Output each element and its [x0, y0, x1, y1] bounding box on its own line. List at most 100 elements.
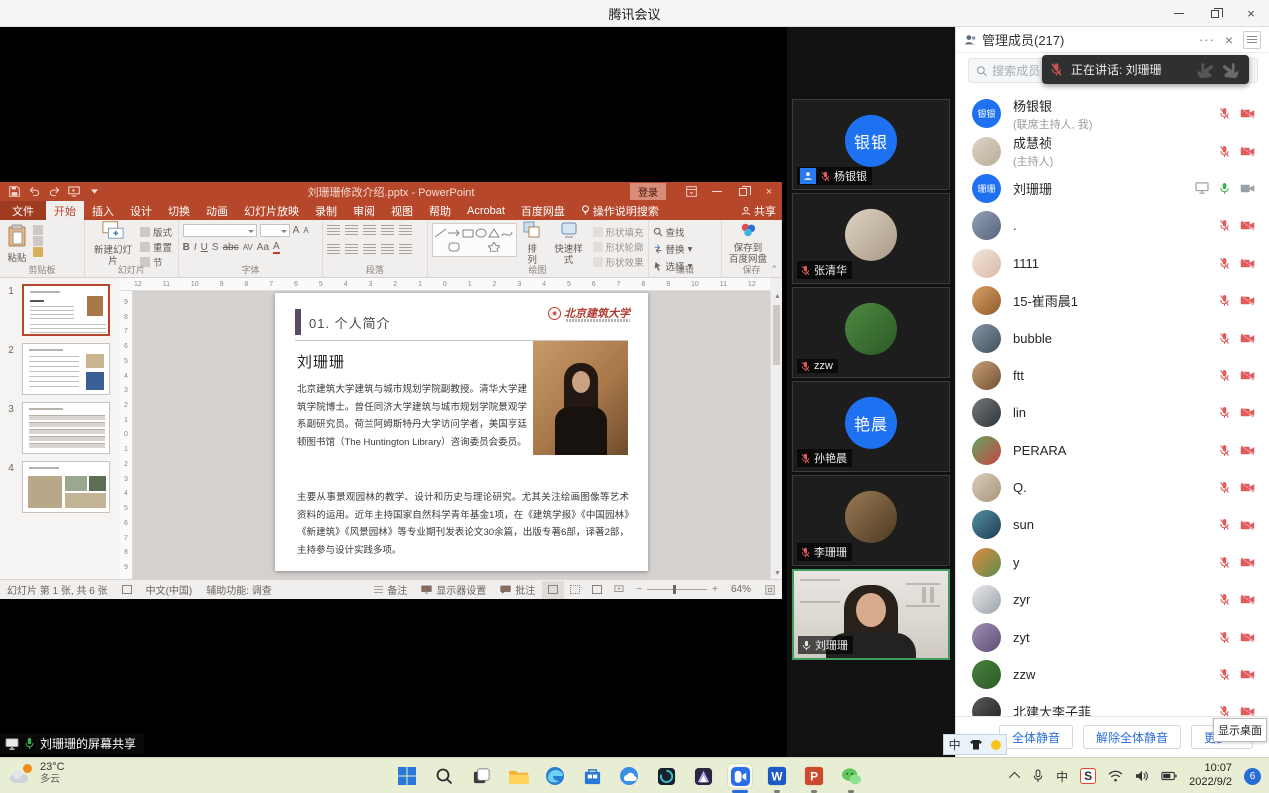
- store-taskbar-icon[interactable]: [580, 764, 604, 788]
- align-left-icon[interactable]: [327, 244, 340, 254]
- font-name-combo[interactable]: [183, 224, 257, 237]
- paste-button[interactable]: 粘贴: [4, 223, 30, 265]
- indent-increase-icon[interactable]: [381, 225, 394, 235]
- line-spacing-icon[interactable]: [399, 225, 412, 235]
- gesture-hand-icon[interactable]: [1219, 60, 1241, 80]
- align-center-icon[interactable]: [345, 244, 358, 254]
- video-tile[interactable]: 银银 杨银银: [792, 99, 950, 190]
- zoom-slider[interactable]: −+: [636, 584, 718, 595]
- member-status-icons[interactable]: [1195, 182, 1255, 195]
- ppt-tab-5[interactable]: 动画: [198, 201, 236, 220]
- ppt-tab-3[interactable]: 设计: [122, 201, 160, 220]
- reading-view-button[interactable]: [586, 581, 608, 599]
- underline-button[interactable]: U: [201, 242, 208, 253]
- member-row[interactable]: bubble: [956, 319, 1269, 356]
- member-status-icons[interactable]: [1218, 145, 1255, 158]
- bold-button[interactable]: B: [183, 242, 190, 253]
- slide[interactable]: 01. 个人简介 ◉ 北京建筑大学 刘珊珊 北京建筑大学建筑与城市规划学院副教授…: [275, 293, 648, 571]
- member-row[interactable]: .: [956, 207, 1269, 244]
- tray-chevron-icon[interactable]: [1012, 772, 1020, 780]
- notes-toggle[interactable]: 备注: [367, 582, 414, 597]
- member-row[interactable]: PERARA: [956, 432, 1269, 469]
- undo-icon[interactable]: [28, 186, 40, 198]
- video-tile[interactable]: 艳晨 孙艳晨: [792, 381, 950, 472]
- copy-icon[interactable]: [33, 236, 43, 246]
- tray-microphone-icon[interactable]: [1032, 769, 1044, 783]
- indent-decrease-icon[interactable]: [363, 225, 376, 235]
- ppt-tab-11[interactable]: Acrobat: [459, 201, 513, 220]
- search-taskbar-icon[interactable]: [432, 764, 456, 788]
- ppt-minimize-button[interactable]: [704, 182, 730, 201]
- ppt-tab-12[interactable]: 百度网盘: [513, 201, 573, 220]
- slideshow-view-button[interactable]: [608, 581, 630, 599]
- accessibility-status[interactable]: 辅助功能: 调查: [199, 582, 279, 597]
- notification-badge[interactable]: 6: [1244, 768, 1261, 785]
- save-icon[interactable]: [8, 186, 20, 198]
- member-status-icons[interactable]: [1218, 332, 1255, 345]
- member-status-icons[interactable]: [1218, 444, 1255, 457]
- member-status-icons[interactable]: [1218, 518, 1255, 531]
- member-status-icons[interactable]: [1218, 406, 1255, 419]
- ppt-tab-2[interactable]: 插入: [84, 201, 122, 220]
- powerpoint-taskbar-icon[interactable]: P: [802, 764, 826, 788]
- font-size-combo[interactable]: [260, 224, 290, 237]
- video-tile[interactable]: 李珊珊: [792, 475, 950, 566]
- panel-close-icon[interactable]: ×: [1225, 32, 1233, 48]
- member-status-icons[interactable]: [1218, 107, 1255, 120]
- ppt-tab-file[interactable]: 文件: [0, 201, 46, 220]
- ppt-tab-10[interactable]: 帮助: [421, 201, 459, 220]
- wechat-taskbar-icon[interactable]: [839, 764, 863, 788]
- panel-menu-icon[interactable]: [1243, 31, 1261, 49]
- ime-language-button[interactable]: 中: [949, 736, 961, 753]
- member-status-icons[interactable]: [1218, 593, 1255, 606]
- ppt-tab-6[interactable]: 幻灯片放映: [236, 201, 307, 220]
- qat-dropdown-icon[interactable]: [88, 186, 100, 198]
- unmute-all-button[interactable]: 解除全体静音: [1083, 725, 1181, 749]
- cut-icon[interactable]: [33, 225, 43, 235]
- font-color-button[interactable]: A: [273, 241, 280, 254]
- member-row[interactable]: ftt: [956, 357, 1269, 394]
- slide-thumbnail[interactable]: 4: [0, 461, 120, 513]
- ppt-tab-8[interactable]: 审阅: [345, 201, 383, 220]
- format-painter-icon[interactable]: [33, 247, 43, 257]
- quick-styles-button[interactable]: 快速样式: [548, 223, 590, 265]
- video-tile[interactable]: zzw: [792, 287, 950, 378]
- cloud-taskbar-icon[interactable]: [617, 764, 641, 788]
- whiteboard-taskbar-icon[interactable]: [654, 764, 678, 788]
- weather-widget[interactable]: 23°C 多云: [10, 761, 65, 786]
- slide-sorter-view-button[interactable]: [564, 581, 586, 599]
- taskbar-clock[interactable]: 10:07 2022/9/2: [1189, 762, 1232, 790]
- design-taskbar-icon[interactable]: [691, 764, 715, 788]
- fit-to-window-icon[interactable]: [758, 585, 782, 595]
- align-right-icon[interactable]: [363, 244, 376, 254]
- member-row[interactable]: sun: [956, 506, 1269, 543]
- close-button[interactable]: ×: [1233, 0, 1269, 27]
- replace-button[interactable]: 替换 ▾: [653, 242, 693, 256]
- ime-emoji-icon[interactable]: [991, 740, 1001, 750]
- explorer-taskbar-icon[interactable]: [506, 764, 530, 788]
- edge-taskbar-icon[interactable]: [543, 764, 567, 788]
- mute-all-button[interactable]: 全体静音: [999, 725, 1073, 749]
- member-row[interactable]: y: [956, 544, 1269, 581]
- video-tile[interactable]: 张清华: [792, 193, 950, 284]
- taskview-taskbar-icon[interactable]: [469, 764, 493, 788]
- member-status-icons[interactable]: [1218, 556, 1255, 569]
- member-status-icons[interactable]: [1218, 219, 1255, 232]
- ribbon-display-options-icon[interactable]: [678, 182, 704, 201]
- zoom-level[interactable]: 64%: [724, 584, 758, 595]
- slide-thumbnail[interactable]: 1: [0, 284, 120, 336]
- sogou-input-icon[interactable]: S: [1080, 768, 1096, 784]
- ppt-tab-13[interactable]: 操作说明搜索: [573, 201, 667, 220]
- member-row[interactable]: 1111: [956, 245, 1269, 282]
- ppt-tab-9[interactable]: 视图: [383, 201, 421, 220]
- justify-icon[interactable]: [381, 244, 394, 254]
- save-to-baidu-button[interactable]: 保存到百度网盘: [726, 223, 770, 265]
- battery-icon[interactable]: [1161, 771, 1177, 781]
- slide-thumbnail[interactable]: 3: [0, 402, 120, 454]
- member-status-icons[interactable]: [1218, 294, 1255, 307]
- video-tile[interactable]: 刘珊珊: [792, 569, 950, 660]
- italic-button[interactable]: I: [194, 242, 197, 253]
- numbering-icon[interactable]: [345, 225, 358, 235]
- ppt-close-button[interactable]: ×: [756, 182, 782, 201]
- restore-button[interactable]: [1197, 0, 1233, 27]
